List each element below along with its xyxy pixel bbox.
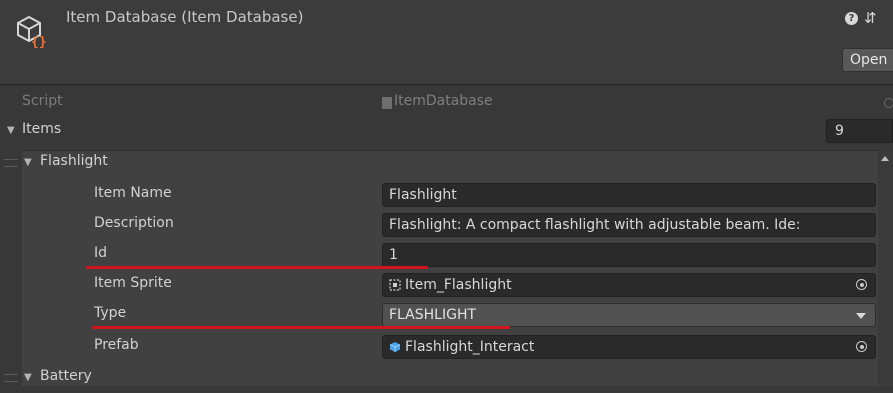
items-label[interactable]: Items: [22, 121, 61, 137]
object-picker-icon[interactable]: [856, 279, 867, 290]
svg-text:{}: {}: [31, 35, 47, 48]
id-label: Id: [94, 245, 108, 261]
open-button[interactable]: Open: [842, 48, 893, 72]
item-name-input[interactable]: Flashlight: [382, 183, 876, 207]
items-count-field[interactable]: 9: [826, 119, 893, 143]
help-icon[interactable]: ?: [845, 12, 858, 25]
item-sprite-value: Item_Flashlight: [405, 277, 512, 293]
scroll-up-arrow-icon[interactable]: [881, 156, 889, 161]
id-input[interactable]: 1: [382, 243, 876, 267]
description-label: Description: [94, 215, 174, 231]
dropdown-arrow-icon: [856, 313, 866, 319]
item-name-label: Item Name: [94, 185, 172, 201]
script-file-icon: [382, 97, 392, 109]
script-row: Script ItemDatabase: [0, 88, 893, 118]
element-name[interactable]: Flashlight: [40, 153, 108, 169]
sprite-icon: [389, 279, 401, 291]
item-sprite-field[interactable]: Item_Flashlight: [382, 273, 876, 297]
scriptable-object-icon: {}: [17, 15, 47, 48]
next-element-name[interactable]: Battery: [40, 368, 92, 384]
prefab-label: Prefab: [94, 337, 139, 353]
settings-icon[interactable]: ⇵: [864, 9, 877, 27]
element-header-battery[interactable]: ▼ Battery: [0, 363, 893, 393]
prefab-value: Flashlight_Interact: [405, 339, 535, 355]
field-row-item-name: Item Name Flashlight: [0, 180, 893, 210]
items-foldout-arrow-icon[interactable]: ▼: [7, 125, 15, 136]
items-row[interactable]: ▼ Items 9: [0, 116, 893, 146]
field-row-item-sprite: Item Sprite Item_Flashlight: [0, 270, 893, 300]
object-picker-icon: [884, 98, 893, 108]
type-selected-value: FLASHLIGHT: [389, 307, 477, 323]
inspector-title: Item Database (Item Database): [66, 8, 304, 26]
prefab-field[interactable]: Flashlight_Interact: [382, 335, 876, 359]
annotation-underline-id: [86, 266, 428, 269]
object-picker-icon[interactable]: [856, 341, 867, 352]
inspector-header: {} Item Database (Item Database) ? ⇵ Ope…: [0, 0, 893, 85]
item-sprite-label: Item Sprite: [94, 275, 172, 291]
description-input[interactable]: Flashlight: A compact flashlight with ad…: [382, 213, 876, 237]
script-label: Script: [22, 93, 63, 109]
type-dropdown[interactable]: FLASHLIGHT: [382, 303, 876, 327]
script-field-value: ItemDatabase: [394, 93, 493, 109]
element-foldout-arrow-icon[interactable]: ▼: [24, 372, 32, 383]
type-label: Type: [94, 305, 127, 321]
drag-handle-icon[interactable]: [4, 374, 18, 382]
field-row-description: Description Flashlight: A compact flashl…: [0, 210, 893, 240]
drag-handle-icon[interactable]: [4, 159, 18, 167]
field-row-prefab: Prefab Flashlight_Interact: [0, 332, 893, 362]
prefab-cube-icon: [389, 342, 401, 352]
element-foldout-arrow-icon[interactable]: ▼: [24, 157, 32, 168]
annotation-underline-type: [92, 326, 510, 329]
element-header-flashlight[interactable]: ▼ Flashlight: [0, 148, 893, 180]
scrollbar[interactable]: [878, 150, 893, 385]
